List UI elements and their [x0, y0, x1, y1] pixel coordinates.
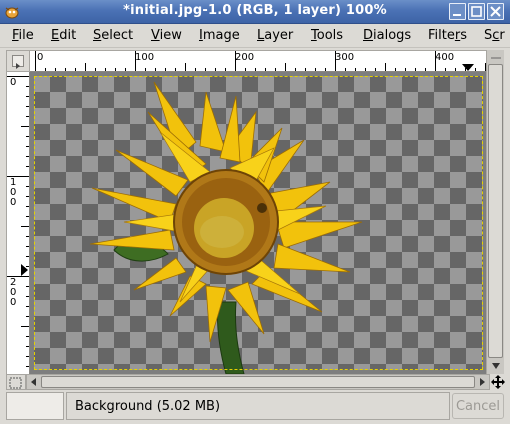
horizontal-scroll-row	[6, 374, 506, 390]
menu-image[interactable]: Image	[199, 28, 240, 43]
pointer-marker-icon	[462, 64, 474, 71]
close-button[interactable]	[487, 3, 504, 20]
ruler-label: 100	[135, 52, 155, 63]
scrollbar-thumb[interactable]	[41, 376, 475, 388]
close-icon	[490, 6, 501, 17]
status-bar: Background (5.02 MB) Cancel	[6, 392, 504, 420]
maximize-icon	[471, 6, 482, 17]
window-title: *initial.jpg-1.0 (RGB, 1 layer) 100%	[123, 3, 387, 18]
scroll-right-icon[interactable]	[476, 376, 488, 388]
ruler-label: 300	[335, 52, 355, 63]
menu-dialogs[interactable]: Dialogs	[363, 28, 411, 43]
vertical-scrollbar[interactable]	[486, 50, 504, 374]
menu-edit[interactable]: Edit	[51, 28, 76, 43]
cancel-button[interactable]: Cancel	[452, 393, 504, 419]
maximize-button[interactable]	[468, 3, 485, 20]
scroll-left-icon[interactable]	[28, 376, 40, 388]
menu-filters[interactable]: Filters	[428, 28, 467, 43]
pointer-marker-icon	[21, 264, 28, 276]
minimize-icon	[453, 14, 461, 16]
menu-layer[interactable]: Layer	[257, 28, 293, 43]
ruler-label: 0	[37, 52, 44, 63]
scroll-down-icon[interactable]	[489, 360, 503, 372]
menu-select[interactable]: Select	[93, 28, 133, 43]
layer-boundary	[34, 76, 483, 370]
zoom-fit-icon[interactable]	[489, 52, 503, 64]
minimize-button[interactable]	[449, 3, 466, 20]
ruler-label: 200	[10, 277, 17, 308]
ruler-label: 100	[10, 177, 17, 208]
ruler-ticks	[7, 76, 29, 367]
ruler-ticks	[35, 51, 486, 71]
menubar: File Edit Select View Image Layer Tools …	[0, 24, 510, 48]
image-menu-button[interactable]	[6, 50, 30, 72]
quick-mask-icon	[9, 377, 22, 389]
unit-selector[interactable]	[6, 392, 64, 420]
horizontal-scrollbar[interactable]	[26, 374, 490, 390]
menu-view[interactable]: View	[151, 28, 182, 43]
scrollbar-thumb[interactable]	[488, 64, 503, 358]
status-message: Background (5.02 MB)	[66, 392, 450, 420]
menu-script-fu[interactable]: Scr	[484, 28, 505, 43]
navigate-icon[interactable]	[490, 374, 506, 390]
title-bar[interactable]: *initial.jpg-1.0 (RGB, 1 layer) 100%	[0, 0, 510, 24]
menu-file[interactable]: File	[12, 28, 34, 43]
ruler-label: 0	[10, 77, 17, 88]
arrow-right-icon	[12, 55, 24, 69]
ruler-label: 200	[235, 52, 255, 63]
quick-mask-toggle[interactable]	[6, 374, 26, 390]
horizontal-ruler[interactable]: 0 100 200 300 400	[30, 50, 486, 72]
vertical-ruler[interactable]: 0 100 200	[6, 72, 30, 374]
image-canvas[interactable]	[30, 72, 486, 374]
ruler-label: 400	[435, 52, 455, 63]
menu-tools[interactable]: Tools	[311, 28, 343, 43]
